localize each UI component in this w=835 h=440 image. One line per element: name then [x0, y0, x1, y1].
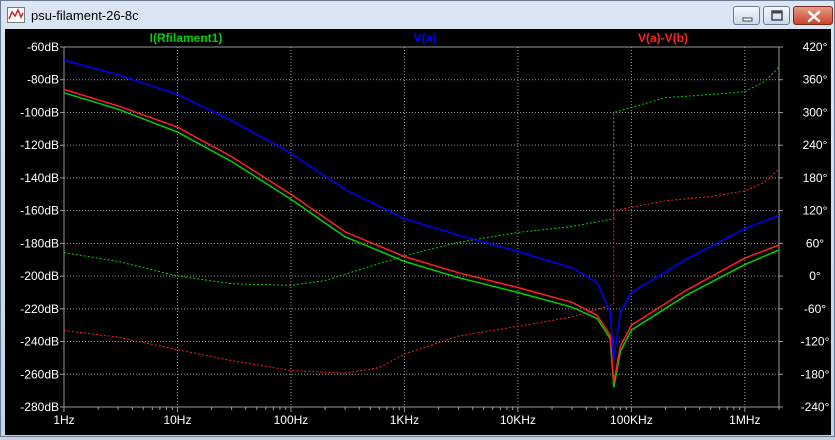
y-right-tick-label: 180° [803, 171, 828, 185]
minimize-button[interactable] [733, 6, 760, 25]
grid-lines [60, 46, 783, 412]
magnitude-trace [63, 59, 780, 360]
x-tick-label: 100Hz [274, 413, 309, 427]
close-icon [807, 10, 821, 23]
y-right-tick-label: 120° [803, 204, 828, 218]
phase-trace [63, 168, 780, 374]
title-bar[interactable]: psu-filament-26-8c [1, 1, 834, 30]
y-left-tick-label: -200dB [20, 269, 59, 283]
window-title: psu-filament-26-8c [31, 8, 139, 23]
phase-trace [63, 66, 780, 286]
x-tick-label: 1KHz [390, 413, 419, 427]
y-right-tick-label: 60° [806, 236, 824, 250]
y-left-tick-label: -80dB [27, 73, 59, 87]
y-right-tick-label: 300° [803, 105, 828, 119]
close-button[interactable] [793, 6, 833, 25]
y-right-tick-label: 240° [803, 138, 828, 152]
y-left-tick-label: -280dB [20, 400, 59, 414]
y-right-tick-label: -180° [801, 367, 830, 381]
y-right-tick-label: -60° [804, 302, 826, 316]
x-tick-label: 100KHz [610, 413, 653, 427]
bode-plot[interactable]: -60dB -80dB -100dB -120dB -140dB -160dB -180dB… [5, 29, 831, 435]
trace-legend-label: V(a) [414, 31, 437, 45]
y-left-tick-label: -100dB [20, 105, 59, 119]
y-left-tick-label: -220dB [20, 302, 59, 316]
y-right-tick-label: -120° [801, 335, 830, 349]
y-right-tick-label: 360° [803, 73, 828, 87]
app-window: psu-filament-26-8c -60dB -80dB -100dB -120d… [0, 0, 835, 437]
y-left-tick-label: -240dB [20, 335, 59, 349]
maximize-button[interactable] [763, 6, 790, 25]
traces [63, 59, 780, 388]
legend: I(Rfilament1) V(a) V(a)-V(b) [150, 31, 688, 45]
y-left-tick-label: -260dB [20, 367, 59, 381]
y-left-tick-label: -160dB [20, 204, 59, 218]
y-right-tick-label: -240° [801, 400, 830, 414]
y-left-tick-label: -120dB [20, 138, 59, 152]
plot-border [63, 46, 780, 408]
x-tick-label: 10Hz [163, 413, 191, 427]
trace-legend-label: I(Rfilament1) [150, 31, 223, 45]
x-tick-label: 10KHz [500, 413, 536, 427]
y-left-tick-label: -60dB [27, 40, 59, 54]
minimize-icon [742, 17, 753, 22]
y-right-tick-label: 0° [809, 269, 821, 283]
trace-legend-label: V(a)-V(b) [638, 31, 688, 45]
magnitude-trace [63, 88, 780, 383]
plot-pane[interactable]: -60dB -80dB -100dB -120dB -140dB -160dB -180dB… [5, 29, 831, 435]
waveform-icon [7, 7, 25, 23]
maximize-icon [771, 10, 783, 21]
axes: -60dB -80dB -100dB -120dB -140dB -160dB -180dB… [20, 40, 829, 427]
magnitude-trace [63, 92, 780, 388]
y-left-tick-label: -140dB [20, 171, 59, 185]
x-tick-label: 1MHz [729, 413, 760, 427]
x-tick-label: 1Hz [53, 413, 74, 427]
y-right-tick-label: 420° [803, 40, 828, 54]
y-left-tick-label: -180dB [20, 236, 59, 250]
